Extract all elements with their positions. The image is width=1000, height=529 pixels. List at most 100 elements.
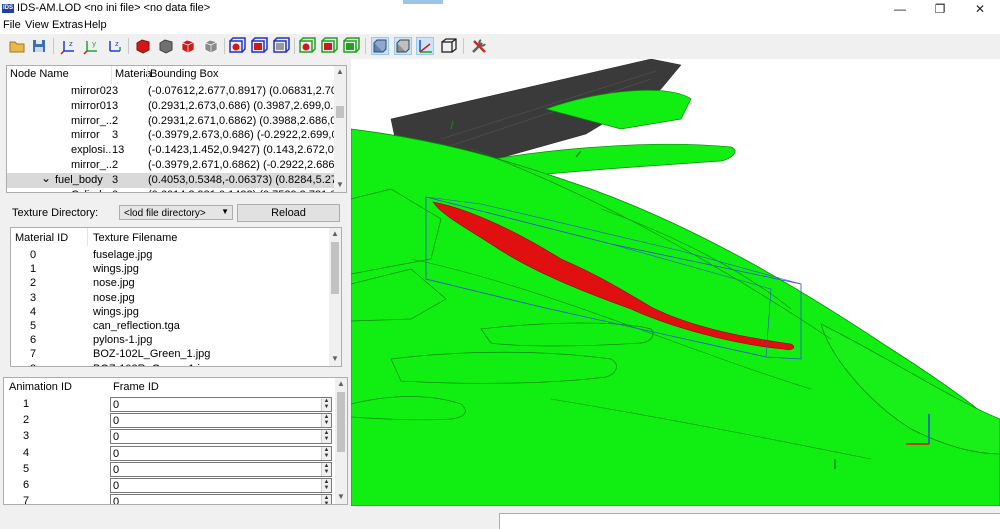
frame-id-value[interactable]: 0 bbox=[113, 399, 119, 411]
texture-row[interactable]: 4 wings.jpg bbox=[11, 305, 327, 320]
texture-row[interactable]: 2 nose.jpg bbox=[11, 276, 327, 291]
animation-table-scrollbar[interactable]: ▲ ▼ bbox=[335, 378, 347, 504]
texture-table-scrollbar[interactable]: ▲ ▼ bbox=[329, 228, 341, 366]
frame-id-spinbox[interactable]: 0 ▲ ▼ bbox=[110, 478, 332, 493]
texture-row[interactable]: 8 BOZ-102R_Green_1.jpg bbox=[11, 362, 327, 366]
texture-row[interactable]: 3 nose.jpg bbox=[11, 291, 327, 306]
node-tree-panel[interactable]: Node Name Materia Bounding Box mirror02 3… bbox=[6, 65, 347, 193]
menu-file[interactable]: File bbox=[3, 19, 21, 31]
texture-row[interactable]: 7 BOZ-102L_Green_1.jpg bbox=[11, 347, 327, 362]
column-header-material-id[interactable]: Material ID bbox=[15, 232, 85, 244]
frame-id-value[interactable]: 0 bbox=[113, 431, 119, 443]
axis-yx-button[interactable]: y bbox=[83, 37, 101, 55]
spin-arrows-icon[interactable]: ▲ ▼ bbox=[321, 479, 331, 492]
3d-viewport[interactable] bbox=[351, 59, 1000, 506]
tree-row[interactable]: mirror_... 2 (0.2931,2.671,0.6862) (0.3988… bbox=[7, 114, 334, 129]
reload-button[interactable]: Reload bbox=[237, 204, 340, 222]
frame-id-spinbox[interactable]: 0 ▲ ▼ bbox=[110, 461, 332, 477]
texture-table-panel[interactable]: Material ID Texture Filename 0 fuselage.j… bbox=[10, 227, 342, 367]
texture-row[interactable]: 1 wings.jpg bbox=[11, 262, 327, 277]
header-divider[interactable] bbox=[111, 66, 112, 84]
spin-arrows-icon[interactable]: ▲ ▼ bbox=[321, 430, 331, 444]
texture-directory-select[interactable]: <lod file directory> ▼ bbox=[119, 205, 233, 220]
frame-id-spinbox[interactable]: 0 ▲ ▼ bbox=[110, 413, 332, 429]
minimize-button[interactable]: — bbox=[880, 0, 920, 18]
column-header-node-name[interactable]: Node Name bbox=[10, 68, 110, 80]
bbox-green-red-button[interactable] bbox=[298, 37, 316, 55]
expand-chevron-icon[interactable]: ⌄ bbox=[41, 171, 51, 185]
axes-button[interactable] bbox=[416, 37, 434, 55]
menu-help[interactable]: Help bbox=[84, 19, 107, 31]
wire-red-button[interactable] bbox=[179, 37, 197, 55]
frame-id-spinbox[interactable]: 0 ▲ ▼ bbox=[110, 494, 332, 504]
scroll-up-arrow-icon[interactable]: ▲ bbox=[335, 378, 347, 390]
node-name: mirror_... bbox=[71, 114, 111, 127]
scroll-down-arrow-icon[interactable]: ▼ bbox=[335, 491, 347, 503]
frame-id-value[interactable]: 0 bbox=[113, 496, 119, 504]
bbox-blue-red-button[interactable] bbox=[228, 37, 246, 55]
wire-gray-cube-icon bbox=[204, 39, 218, 54]
maximize-button[interactable]: ❐ bbox=[920, 0, 960, 18]
tree-row[interactable]: ⌄ Cylinde...0(0.6014,2.981,0.1482) (0.752… bbox=[7, 186, 334, 192]
view-blue-button[interactable] bbox=[371, 37, 389, 55]
texture-material-id: 3 bbox=[30, 291, 37, 304]
header-divider[interactable] bbox=[87, 228, 88, 246]
bbox-blue-red-2-button[interactable] bbox=[250, 37, 268, 55]
frame-id-spinbox[interactable]: 0 ▲ ▼ bbox=[110, 397, 332, 412]
spin-arrows-icon[interactable]: ▲ ▼ bbox=[321, 446, 331, 460]
save-button[interactable] bbox=[30, 37, 48, 55]
frame-id-spinbox[interactable]: 0 ▲ ▼ bbox=[110, 429, 332, 445]
tree-row[interactable]: mirror01 3 (0.2931,2.673,0.686) (0.3987,2.… bbox=[7, 99, 334, 114]
texture-row[interactable]: 5 can_reflection.tga bbox=[11, 319, 327, 334]
bbox-green-gray-button[interactable] bbox=[342, 37, 360, 55]
column-header-animation-id[interactable]: Animation ID bbox=[9, 381, 109, 393]
texture-row[interactable]: 6 pylons-1.jpg bbox=[11, 333, 327, 348]
view-gray-button[interactable] bbox=[394, 37, 412, 55]
bbox-green-red-2-button[interactable] bbox=[320, 37, 338, 55]
solid-gray-button[interactable] bbox=[157, 37, 175, 55]
frame-id-value[interactable]: 0 bbox=[113, 464, 119, 476]
frame-id-value[interactable]: 0 bbox=[113, 448, 119, 460]
axis-zx-button[interactable]: z bbox=[60, 37, 78, 55]
tree-row[interactable]: mirror 3 (-0.3979,2.673,0.686) (-0.2922,2.… bbox=[7, 128, 334, 143]
close-button[interactable]: ✕ bbox=[960, 0, 1000, 18]
column-header-frame-id[interactable]: Frame ID bbox=[113, 381, 213, 393]
aircraft-model-render[interactable] bbox=[351, 59, 1000, 506]
solid-red-button[interactable] bbox=[134, 37, 152, 55]
spin-arrows-icon[interactable]: ▲ ▼ bbox=[321, 414, 331, 428]
scroll-up-arrow-icon[interactable]: ▲ bbox=[334, 66, 346, 78]
tree-row[interactable]: mirror02 3 (-0.07612,2.677,0.8917) (0.0683… bbox=[7, 84, 334, 99]
texture-row[interactable]: 0 fuselage.jpg bbox=[11, 248, 327, 263]
frame-id-value[interactable]: 0 bbox=[113, 415, 119, 427]
node-name: mirror bbox=[71, 129, 100, 142]
scroll-down-arrow-icon[interactable]: ▼ bbox=[334, 179, 346, 191]
scroll-thumb[interactable] bbox=[336, 106, 344, 118]
frame-id-spinbox[interactable]: 0 ▲ ▼ bbox=[110, 445, 332, 461]
animation-table-panel[interactable]: Animation ID Frame ID 1 0 ▲ ▼ 2 0 ▲ ▼ 3 0 ▲ ▼ 4 0 ▲ ▼ 5 0… bbox=[3, 377, 348, 505]
expand-chevron-icon[interactable]: ⌄ bbox=[55, 186, 65, 192]
wire-cube-button[interactable] bbox=[440, 37, 458, 55]
wire-gray-button[interactable] bbox=[202, 37, 220, 55]
spin-arrows-icon[interactable]: ▲ ▼ bbox=[321, 462, 331, 476]
spin-arrows-icon[interactable]: ▲ ▼ bbox=[321, 398, 331, 411]
column-header-texture-filename[interactable]: Texture Filename bbox=[93, 232, 293, 244]
frame-id-value[interactable]: 0 bbox=[113, 480, 119, 492]
tools-button[interactable] bbox=[470, 37, 488, 55]
scroll-thumb[interactable] bbox=[331, 242, 339, 294]
spin-arrows-icon[interactable]: ▲ ▼ bbox=[321, 495, 331, 504]
toolbar-separator bbox=[463, 38, 464, 54]
tree-row[interactable]: explosi... 13 (-0.1423,1.452,0.9427) (0.14… bbox=[7, 143, 334, 158]
header-divider[interactable] bbox=[147, 66, 148, 84]
scroll-up-arrow-icon[interactable]: ▲ bbox=[329, 228, 341, 240]
bbox-blue-gray-button[interactable] bbox=[272, 37, 290, 55]
column-header-material[interactable]: Materia bbox=[115, 68, 151, 80]
scroll-down-arrow-icon[interactable]: ▼ bbox=[329, 353, 341, 365]
tree-row[interactable]: mirror_... 2 (-0.3979,2.671,0.6862) (-0.29… bbox=[7, 158, 334, 173]
menu-view[interactable]: View bbox=[25, 19, 49, 31]
menu-extras[interactable]: Extras bbox=[52, 19, 83, 31]
axis-zy-button[interactable]: z bbox=[106, 37, 124, 55]
column-header-bounding-box[interactable]: Bounding Box bbox=[150, 68, 330, 80]
node-tree-scrollbar[interactable]: ▲ ▼ bbox=[334, 66, 346, 192]
scroll-thumb[interactable] bbox=[337, 392, 345, 452]
open-button[interactable] bbox=[8, 37, 26, 55]
